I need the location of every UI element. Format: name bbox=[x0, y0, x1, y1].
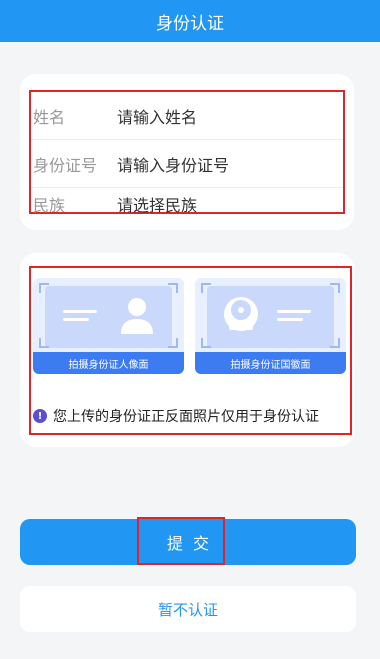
id-card-emblem-illustration bbox=[207, 286, 334, 348]
divider bbox=[31, 187, 343, 188]
name-label: 姓名 bbox=[33, 108, 66, 127]
page-header: 身份认证 bbox=[0, 0, 380, 42]
id-front-caption: 拍摄身份证人像面 bbox=[33, 352, 184, 374]
national-emblem-icon bbox=[224, 297, 311, 331]
skip-verification-button[interactable]: 暂不认证 bbox=[20, 586, 356, 632]
frame-corner bbox=[201, 338, 211, 348]
privacy-notice-text: 您上传的身份证正反面照片仅用于身份认证 bbox=[53, 409, 319, 425]
page-title: 身份认证 bbox=[156, 13, 224, 34]
frame-corner bbox=[330, 338, 340, 348]
submit-highlight-box bbox=[137, 517, 225, 565]
privacy-notice: ! 您上传的身份证正反面照片仅用于身份认证 bbox=[33, 406, 319, 426]
info-icon: ! bbox=[33, 409, 47, 423]
ethnicity-row[interactable]: 民族 请选择民族 bbox=[31, 189, 343, 219]
ethnicity-label: 民族 bbox=[33, 196, 66, 215]
skip-label: 暂不认证 bbox=[157, 600, 218, 619]
frame-corner bbox=[39, 338, 49, 348]
identity-form-card: 姓名 请输入姓名 身份证号 请输入身份证号 民族 请选择民族 bbox=[20, 74, 354, 230]
frame-corner bbox=[201, 283, 211, 293]
frame-corner bbox=[330, 283, 340, 293]
form-highlight-box: 姓名 请输入姓名 身份证号 请输入身份证号 民族 请选择民族 bbox=[29, 90, 345, 215]
ethnicity-select[interactable]: 请选择民族 bbox=[117, 192, 197, 216]
id-upload-card: 拍摄身份证人像面 拍摄身份证国徽面 ! 您上传的身份证正反面照片仅用于身份认证 bbox=[20, 253, 354, 447]
frame-corner bbox=[39, 283, 49, 293]
frame-corner bbox=[168, 283, 178, 293]
name-input[interactable]: 请输入姓名 bbox=[117, 104, 197, 128]
frame-corner bbox=[168, 338, 178, 348]
id-number-row[interactable]: 身份证号 请输入身份证号 bbox=[31, 140, 343, 188]
id-back-upload[interactable]: 拍摄身份证国徽面 bbox=[195, 278, 346, 374]
portrait-icon bbox=[63, 298, 153, 334]
id-number-label: 身份证号 bbox=[33, 156, 98, 175]
id-back-caption: 拍摄身份证国徽面 bbox=[195, 352, 346, 374]
id-front-upload[interactable]: 拍摄身份证人像面 bbox=[33, 278, 184, 374]
upload-highlight-box: 拍摄身份证人像面 拍摄身份证国徽面 ! 您上传的身份证正反面照片仅用于身份认证 bbox=[29, 266, 352, 435]
id-card-portrait-illustration bbox=[45, 286, 172, 348]
id-number-input[interactable]: 请输入身份证号 bbox=[117, 152, 229, 176]
name-row[interactable]: 姓名 请输入姓名 bbox=[31, 92, 343, 140]
